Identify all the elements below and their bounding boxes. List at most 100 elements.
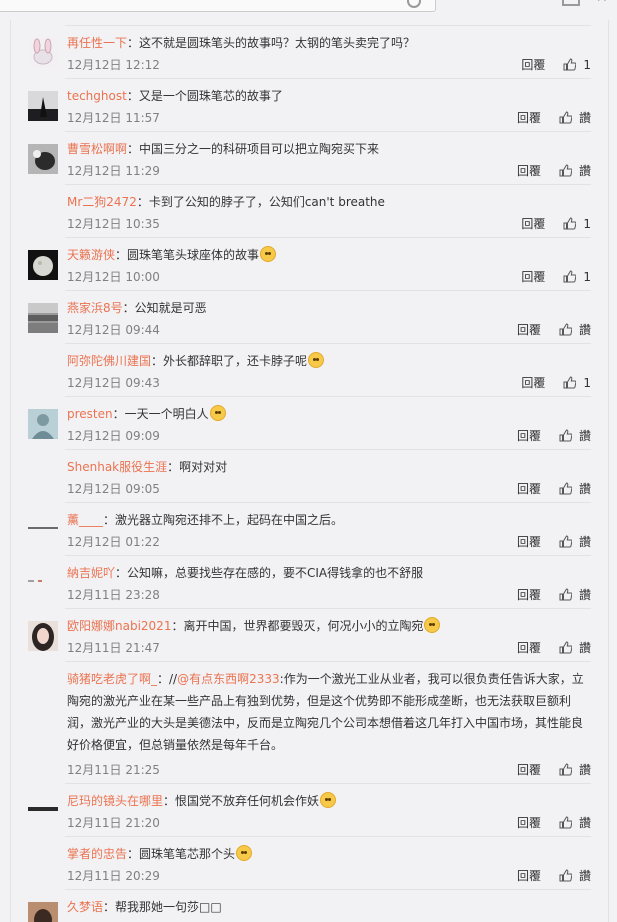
comment-item: 納吉妮吖：公知嘛，总要找些存在感的，要不CIA得钱拿的也不舒服 12月11日 2… — [25, 555, 591, 608]
comment-item: 欧阳娜娜nabi2021：离开中国，世界都要毁灭，何况小小的立陶宛 12月11日… — [25, 608, 591, 661]
like-button[interactable]: 讚 — [559, 814, 591, 831]
avatar[interactable] — [28, 91, 58, 121]
like-count: 讚 — [578, 816, 591, 830]
reply-button[interactable]: 回覆 — [521, 215, 545, 232]
comment-text: ：恨国党不放弃任何机会作妖 — [163, 794, 320, 808]
reply-button[interactable]: 回覆 — [521, 374, 545, 391]
thumb-up-icon — [563, 270, 577, 283]
reply-button[interactable]: 回覆 — [517, 867, 541, 884]
like-button[interactable]: 讚 — [559, 480, 591, 497]
like-count: 讚 — [578, 869, 591, 883]
like-button[interactable]: 1 — [563, 58, 591, 72]
username-link[interactable]: 燕家浜8号 — [67, 301, 123, 315]
username-link[interactable]: 掌者的忠告 — [67, 847, 127, 861]
reply-button[interactable]: 回覆 — [517, 586, 541, 603]
divider — [65, 783, 591, 784]
comment-item: 骑猪吃老虎了啊_：//@有点东西啊2333:作为一个激光工业从业者，我可以很负责… — [25, 661, 591, 783]
comment-text: ：中国三分之一的科研项目可以把立陶宛买下来 — [127, 142, 380, 156]
reply-button[interactable]: 回覆 — [517, 761, 541, 778]
like-button[interactable]: 讚 — [559, 427, 591, 444]
avatar[interactable] — [28, 38, 58, 68]
like-button[interactable]: 1 — [563, 376, 591, 390]
like-count: 讚 — [578, 164, 591, 178]
comment-item: techghost：又是一个圆珠笔芯的故事了 12月12日 11:57 回覆 讚 — [25, 78, 591, 131]
comment-text: ：帮我那她一句莎□□ — [103, 900, 222, 914]
comment-actions: 回覆 讚 — [517, 639, 591, 656]
like-button[interactable]: 讚 — [559, 162, 591, 179]
timestamp: 12月11日 21:20 — [67, 816, 160, 830]
username-link[interactable]: techghost — [67, 89, 127, 103]
timestamp: 12月12日 10:35 — [67, 217, 160, 231]
username-link[interactable]: 阿弥陀佛川建国 — [67, 354, 151, 368]
like-count: 讚 — [578, 323, 591, 337]
reply-button[interactable]: 回覆 — [521, 268, 545, 285]
username-link[interactable]: 欧阳娜娜nabi2021 — [67, 619, 171, 633]
avatar[interactable] — [28, 621, 58, 651]
username-link[interactable]: 久梦语 — [67, 900, 103, 914]
username-link[interactable]: 天籁游侠 — [67, 248, 115, 262]
avatar[interactable] — [28, 409, 58, 439]
comment-text: ：外长都辞职了，还卡脖子呢 — [151, 354, 308, 368]
thumb-up-icon — [559, 111, 572, 124]
reply-button[interactable]: 回覆 — [517, 162, 541, 179]
avatar[interactable] — [28, 568, 58, 598]
avatar[interactable] — [28, 902, 58, 922]
comment-actions: 回覆 1 — [521, 215, 591, 232]
reply-button[interactable]: 回覆 — [517, 427, 541, 444]
username-link[interactable]: 尼玛的镜头在哪里 — [67, 794, 163, 808]
timestamp: 12月12日 09:44 — [67, 323, 160, 337]
timestamp: 12月12日 10:00 — [67, 270, 160, 284]
like-button[interactable]: 讚 — [559, 867, 591, 884]
comment-item: presten：一天一个明白人 12月12日 09:09 回覆 讚 — [25, 396, 591, 449]
comment-actions: 回覆 讚 — [517, 533, 591, 550]
username-link[interactable]: 骑猪吃老虎了啊_ — [67, 672, 157, 686]
username-link[interactable]: Shenhak服役生涯 — [67, 460, 167, 474]
username-link[interactable]: 薰____ — [67, 513, 103, 527]
reply-button[interactable]: 回覆 — [517, 321, 541, 338]
like-button[interactable]: 讚 — [559, 639, 591, 656]
comment-list: 再任性一下：这不就是圆珠笔头的故事吗？太钢的笔头卖完了吗？ 12月12日 12:… — [10, 20, 609, 922]
like-button[interactable]: 讚 — [559, 586, 591, 603]
username-link[interactable]: presten — [67, 407, 113, 421]
reply-button[interactable]: 回覆 — [517, 533, 541, 550]
reply-button[interactable]: 回覆 — [517, 639, 541, 656]
like-button[interactable]: 讚 — [559, 533, 591, 550]
thumb-up-icon — [559, 535, 572, 548]
timestamp: 12月12日 11:57 — [67, 111, 160, 125]
divider — [65, 290, 591, 291]
comment-text: ：圆珠笔笔芯那个头 — [127, 847, 236, 861]
comment-actions: 回覆 讚 — [517, 814, 591, 831]
close-icon[interactable]: ✕ — [596, 0, 608, 6]
like-button[interactable]: 讚 — [559, 109, 591, 126]
avatar[interactable] — [28, 796, 58, 826]
reply-button[interactable]: 回覆 — [517, 814, 541, 831]
username-link[interactable]: 曹雪松啊啊 — [67, 142, 127, 156]
comment-item: Mr二狗2472：卡到了公知的脖子了，公知们can't breathe 12月1… — [25, 184, 591, 237]
username-link[interactable]: 再任性一下 — [67, 36, 127, 50]
search-input[interactable] — [0, 0, 436, 12]
window-icon[interactable] — [562, 0, 580, 6]
divider — [65, 237, 591, 238]
like-button[interactable]: 1 — [563, 270, 591, 284]
comment-text: ：激光器立陶宛还排不上，起码在中国之后。 — [103, 513, 344, 527]
thumb-up-icon — [559, 816, 572, 829]
like-button[interactable]: 讚 — [559, 761, 591, 778]
reply-button[interactable]: 回覆 — [517, 109, 541, 126]
avatar[interactable] — [28, 144, 58, 174]
reply-button[interactable]: 回覆 — [517, 480, 541, 497]
like-button[interactable]: 讚 — [559, 321, 591, 338]
thumb-up-icon — [559, 588, 572, 601]
username-link[interactable]: 納吉妮吖 — [67, 566, 115, 580]
like-count: 讚 — [578, 111, 591, 125]
comment-item: 天籁游侠：圆珠笔笔头球座体的故事 12月12日 10:00 回覆 1 — [25, 237, 591, 290]
avatar[interactable] — [28, 303, 58, 333]
username-link[interactable]: Mr二狗2472 — [67, 195, 137, 209]
avatar[interactable] — [28, 515, 58, 545]
mention-link[interactable]: @有点东西啊2333 — [177, 672, 280, 686]
comment-text: ：离开中国，世界都要毁灭，何况小小的立陶宛 — [171, 619, 424, 633]
comment-actions: 回覆 讚 — [517, 162, 591, 179]
reply-button[interactable]: 回覆 — [521, 56, 545, 73]
comment-item: 燕家浜8号：公知就是可恶 12月12日 09:44 回覆 讚 — [25, 290, 591, 343]
avatar[interactable] — [28, 250, 58, 280]
like-button[interactable]: 1 — [563, 217, 591, 231]
